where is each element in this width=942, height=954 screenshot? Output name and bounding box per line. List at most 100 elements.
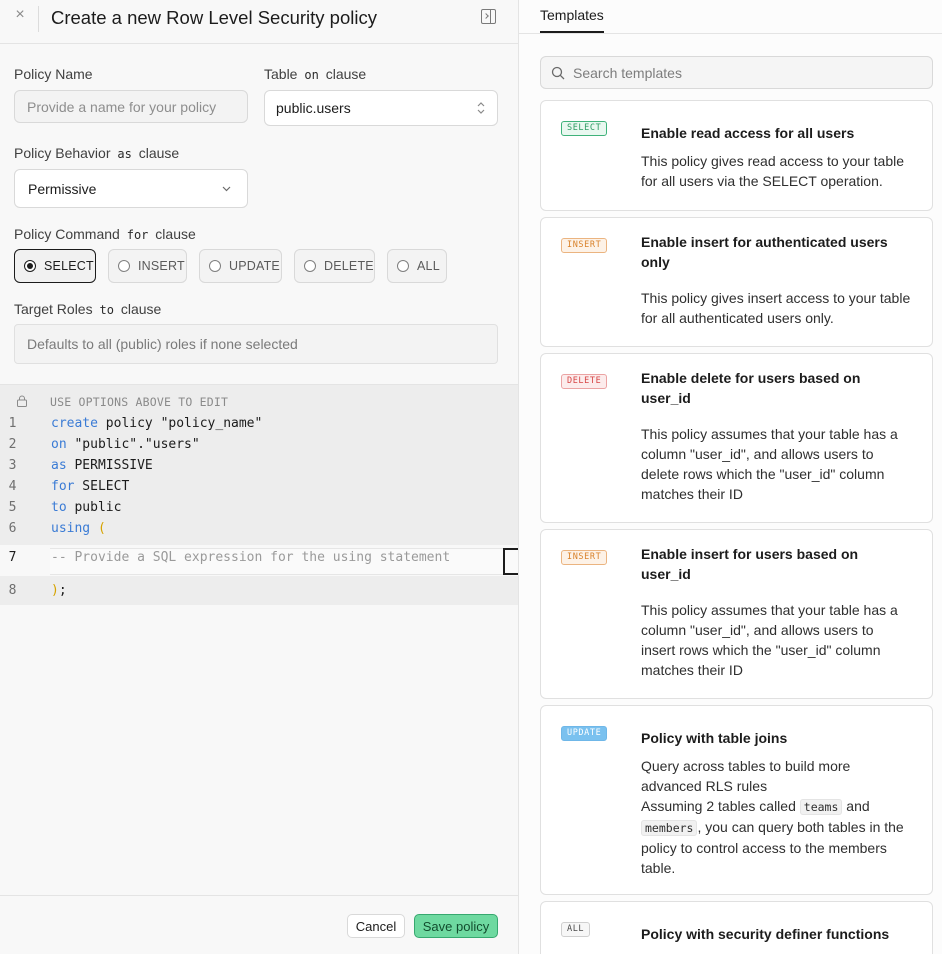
- command-option-label: SELECT: [44, 259, 94, 273]
- radio-icon: [209, 260, 221, 272]
- template-description: This policy assumes that your table has …: [641, 426, 898, 502]
- code-text: policy "policy_name": [97, 416, 263, 431]
- line-number: 3: [8, 458, 17, 473]
- text-cursor: [503, 548, 518, 575]
- chevron-down-icon: [222, 186, 231, 192]
- chevron-up-down-icon: [477, 102, 485, 114]
- template-description: This policy gives read access to your ta…: [641, 153, 905, 189]
- search-templates-box[interactable]: [540, 56, 933, 89]
- command-clause-suffix: clause: [155, 226, 196, 242]
- policy-editor-panel: × Create a new Row Level Security policy…: [0, 0, 519, 954]
- table-select[interactable]: public.users: [264, 90, 498, 126]
- table-clause-suffix: clause: [325, 66, 367, 82]
- update-badge: UPDATE: [561, 726, 608, 741]
- table-label: Table on clause: [264, 66, 366, 82]
- sql-keyword: create: [51, 416, 98, 431]
- code-line: create policy "policy_name": [51, 416, 262, 431]
- table-select-value: public.users: [276, 100, 351, 116]
- template-description: This policy assumes that your table has …: [641, 602, 898, 678]
- sql-keyword: using: [51, 521, 91, 536]
- save-policy-button[interactable]: Save policy: [414, 914, 498, 938]
- sql-editor[interactable]: USE OPTIONS ABOVE TO EDIT 1 2 3 4 5 6 7 …: [0, 384, 518, 895]
- code-text: public: [66, 500, 122, 515]
- command-option-label: UPDATE: [229, 259, 280, 273]
- readonly-code-region: [0, 576, 518, 605]
- line-number: 1: [8, 416, 17, 431]
- command-clause-keyword: for: [126, 228, 149, 242]
- template-card-read-access[interactable]: SELECT Enable read access for all users …: [540, 100, 933, 211]
- code-line: on "public"."users": [51, 437, 200, 452]
- behavior-clause-keyword: as: [117, 147, 132, 161]
- sql-keyword: on: [51, 437, 67, 452]
- line-number: 6: [8, 521, 17, 536]
- code-line: );: [51, 583, 67, 598]
- line-number: 7: [8, 550, 17, 565]
- select-badge: SELECT: [561, 121, 608, 136]
- behavior-label: Policy Behavior as clause: [14, 145, 179, 161]
- command-option-label: DELETE: [324, 259, 374, 273]
- template-description: This policy gives insert access to your …: [641, 290, 911, 326]
- code-line: for SELECT: [51, 479, 129, 494]
- template-card-insert-user-id[interactable]: INSERT Enable insert for users based on …: [540, 529, 933, 699]
- table-label-text: Table: [264, 66, 298, 82]
- template-card-table-joins[interactable]: UPDATE Policy with table joins Query acr…: [540, 705, 933, 895]
- template-title: Enable insert for users based on user_id: [641, 546, 859, 582]
- sql-keyword: for: [51, 479, 75, 494]
- code-line: as PERMISSIVE: [51, 458, 153, 473]
- header-divider: [38, 6, 39, 32]
- command-option-update[interactable]: UPDATE: [199, 249, 282, 283]
- policy-name-input[interactable]: [14, 90, 248, 123]
- radio-icon: [304, 260, 316, 272]
- roles-label: Target Roles to clause: [14, 301, 161, 317]
- sql-keyword: as: [51, 458, 67, 473]
- templates-panel: Templates SELECT Enable read access for …: [519, 0, 942, 954]
- command-option-select[interactable]: SELECT: [14, 249, 96, 283]
- policy-name-label: Policy Name: [14, 66, 93, 82]
- command-option-delete[interactable]: DELETE: [294, 249, 375, 283]
- radio-icon: [118, 260, 130, 272]
- roles-clause-keyword: to: [99, 303, 114, 317]
- inline-code-members: members: [641, 820, 698, 836]
- template-description: Query across tables to build more advanc…: [641, 756, 911, 878]
- description-text: Assuming 2 tables called: [641, 798, 800, 814]
- code-line: using (: [51, 521, 106, 536]
- editor-readonly-note: USE OPTIONS ABOVE TO EDIT: [50, 395, 229, 409]
- insert-badge: INSERT: [561, 238, 608, 253]
- code-paren: (: [90, 521, 106, 536]
- radio-selected-icon: [24, 260, 36, 272]
- behavior-select[interactable]: Permissive: [14, 169, 248, 208]
- template-description-line: Assuming 2 tables called teams and membe…: [641, 796, 911, 878]
- template-card-insert-authenticated[interactable]: INSERT Enable insert for authenticated u…: [540, 217, 933, 347]
- tabs-divider: [519, 33, 942, 34]
- tab-templates[interactable]: Templates: [540, 7, 604, 33]
- command-option-all[interactable]: ALL: [387, 249, 447, 283]
- radio-icon: [397, 260, 409, 272]
- command-label: Policy Command for clause: [14, 226, 196, 242]
- target-roles-placeholder: Defaults to all (public) roles if none s…: [27, 336, 298, 352]
- command-label-text: Policy Command: [14, 226, 120, 242]
- template-card-delete-user-id[interactable]: DELETE Enable delete for users based on …: [540, 353, 933, 523]
- command-option-insert[interactable]: INSERT: [108, 249, 187, 283]
- inline-code-teams: teams: [799, 799, 843, 815]
- code-text: "public"."users": [66, 437, 200, 452]
- page-title: Create a new Row Level Security policy: [51, 7, 377, 28]
- sidebar-collapse-icon[interactable]: [481, 9, 496, 24]
- close-icon[interactable]: ×: [13, 7, 27, 23]
- behavior-select-value: Permissive: [28, 180, 97, 197]
- table-clause-keyword: on: [304, 68, 319, 82]
- roles-label-text: Target Roles: [14, 301, 93, 317]
- roles-clause-suffix: clause: [120, 301, 162, 317]
- search-templates-input[interactable]: [573, 64, 913, 81]
- sql-keyword: to: [51, 500, 67, 515]
- code-paren: ): [51, 583, 59, 598]
- template-title: Enable read access for all users: [641, 125, 855, 141]
- command-option-label: INSERT: [138, 259, 185, 273]
- line-number: 2: [8, 437, 17, 452]
- behavior-clause-suffix: clause: [138, 145, 180, 161]
- code-comment-line[interactable]: -- Provide a SQL expression for the usin…: [51, 550, 450, 565]
- delete-badge: DELETE: [561, 374, 608, 389]
- target-roles-input[interactable]: Defaults to all (public) roles if none s…: [14, 324, 498, 364]
- line-number: 5: [8, 500, 17, 515]
- cancel-button[interactable]: Cancel: [347, 914, 405, 938]
- template-card-security-definer[interactable]: ALL Policy with security definer functio…: [540, 901, 933, 954]
